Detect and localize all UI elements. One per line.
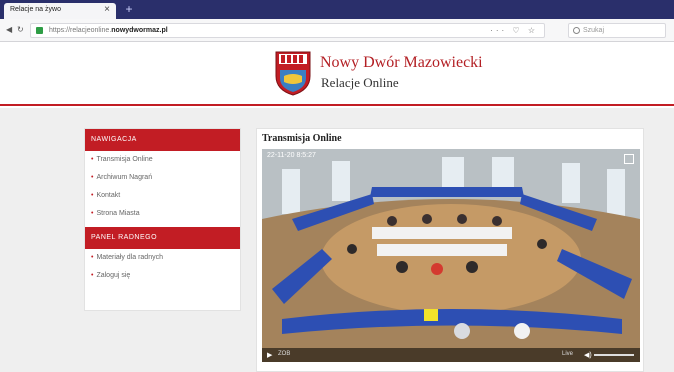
bullet: • bbox=[91, 156, 94, 163]
search-input[interactable]: Szukaj bbox=[568, 23, 666, 38]
city-crest-logo[interactable] bbox=[274, 50, 312, 96]
close-tab-icon[interactable]: × bbox=[104, 4, 110, 15]
sidebar-item-label: Zaloguj się bbox=[96, 272, 131, 279]
search-placeholder: Szukaj bbox=[583, 27, 605, 34]
panel-heading: Panel Radnego bbox=[85, 227, 240, 249]
live-label: ZOB bbox=[278, 351, 291, 357]
sidebar-item-label: Materiały dla radnych bbox=[96, 254, 163, 261]
browser-tab-bar: Relacje na żywo × + bbox=[0, 0, 674, 19]
time-label: Live bbox=[562, 351, 574, 357]
video-timestamp: 22-11-20 8:5:27 bbox=[267, 152, 316, 159]
fullscreen-icon[interactable] bbox=[624, 154, 634, 164]
main-panel: Transmisja Online 22-11-20 8:5:27 ▶ ZOB … bbox=[256, 128, 644, 372]
sidebar: Nawigacja • Transmisja Online • Archiwum N… bbox=[84, 128, 241, 311]
volume-icon[interactable]: ◀) bbox=[584, 351, 592, 359]
tab-title: Relacje na żywo bbox=[10, 6, 61, 13]
lock-icon bbox=[36, 27, 43, 34]
sidebar-item-label: Kontakt bbox=[96, 192, 121, 199]
reload-icon[interactable]: ↻ bbox=[17, 25, 24, 34]
new-tab-button[interactable]: + bbox=[122, 2, 136, 16]
sidebar-item-label: Strona Miasta bbox=[96, 210, 140, 217]
sidebar-item-kontakt[interactable]: • Kontakt bbox=[85, 187, 240, 205]
sidebar-item-strona-miasta[interactable]: • Strona Miasta bbox=[85, 205, 240, 223]
back-icon[interactable]: ◀ bbox=[6, 25, 12, 34]
sidebar-item-transmisja[interactable]: • Transmisja Online bbox=[85, 151, 240, 169]
sidebar-item-label: Archiwum Nagrań bbox=[96, 174, 153, 181]
bullet: • bbox=[91, 192, 94, 199]
site-subtitle: Relacje Online bbox=[321, 75, 399, 90]
browser-toolbar: ◀ ↻ https://relacjeonline.nowydwormaz.pl… bbox=[0, 19, 674, 42]
bullet: • bbox=[91, 210, 94, 217]
address-bar[interactable]: https://relacjeonline.nowydwormaz.pl ···… bbox=[30, 23, 545, 38]
nav-heading: Nawigacja bbox=[85, 129, 240, 151]
sidebar-item-materialy[interactable]: • Materiały dla radnych bbox=[85, 249, 240, 267]
page-actions-icons[interactable]: ··· ♡ ☆ bbox=[490, 26, 538, 35]
video-frame bbox=[262, 149, 640, 362]
site-header: Nowy Dwór Mazowiecki Relacje Online bbox=[0, 42, 674, 106]
sidebar-item-label: Transmisja Online bbox=[96, 156, 153, 163]
bullet: • bbox=[91, 272, 94, 279]
site-title[interactable]: Nowy Dwór Mazowiecki bbox=[320, 54, 483, 72]
sidebar-item-archiwum[interactable]: • Archiwum Nagrań bbox=[85, 169, 240, 187]
volume-slider[interactable] bbox=[594, 354, 634, 356]
browser-tab[interactable]: Relacje na żywo × bbox=[4, 3, 116, 19]
url-prefix: https://relacjeonline. bbox=[49, 27, 112, 34]
panel-title: Transmisja Online bbox=[262, 133, 342, 144]
bullet: • bbox=[91, 254, 94, 261]
sidebar-item-zaloguj[interactable]: • Zaloguj się bbox=[85, 267, 240, 285]
video-controls: ▶ ZOB Live ◀) bbox=[262, 348, 640, 362]
video-player[interactable]: 22-11-20 8:5:27 ▶ ZOB Live ◀) bbox=[262, 149, 640, 362]
search-icon bbox=[573, 27, 580, 34]
url-text: https://relacjeonline.nowydwormaz.pl bbox=[49, 27, 168, 34]
bullet: • bbox=[91, 174, 94, 181]
url-domain: nowydwormaz.pl bbox=[111, 27, 168, 34]
page-content: Nawigacja • Transmisja Online • Archiwum N… bbox=[0, 108, 674, 372]
play-icon[interactable]: ▶ bbox=[267, 351, 272, 359]
